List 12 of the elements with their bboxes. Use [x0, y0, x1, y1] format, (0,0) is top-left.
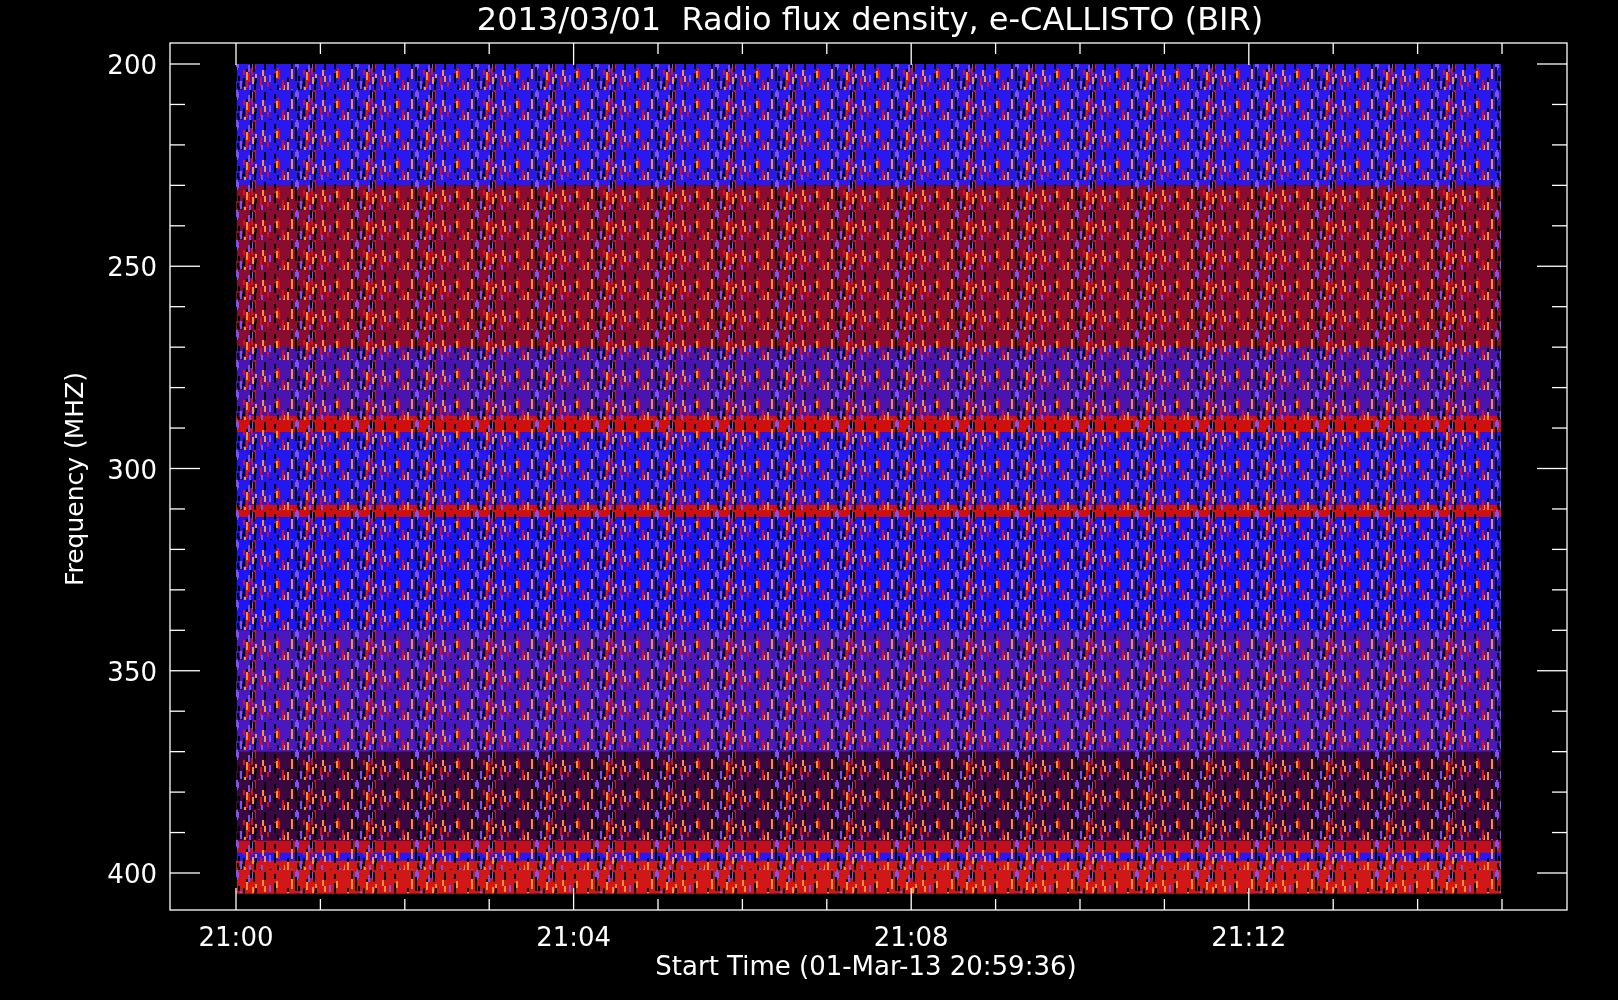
y-tick-label: 250	[107, 252, 157, 283]
y-tick-label: 300	[107, 454, 157, 485]
x-tick-label: 21:04	[536, 922, 612, 952]
y-tick-label: 400	[107, 859, 157, 889]
x-tick-label: 21:00	[198, 922, 274, 952]
y-tick-label: 200	[107, 50, 157, 80]
x-tick-label: 21:12	[1211, 922, 1287, 952]
chart-title: 2013/03/01 Radio flux density, e-CALLISTO (BIR)	[476, 0, 1264, 38]
y-tick-label: 350	[107, 656, 157, 687]
y-axis-label: Frequency (MHZ)	[60, 371, 89, 587]
x-tick-label: 21:08	[873, 922, 949, 952]
x-axis-label: Start Time (01-Mar-13 20:59:36)	[655, 951, 1077, 981]
